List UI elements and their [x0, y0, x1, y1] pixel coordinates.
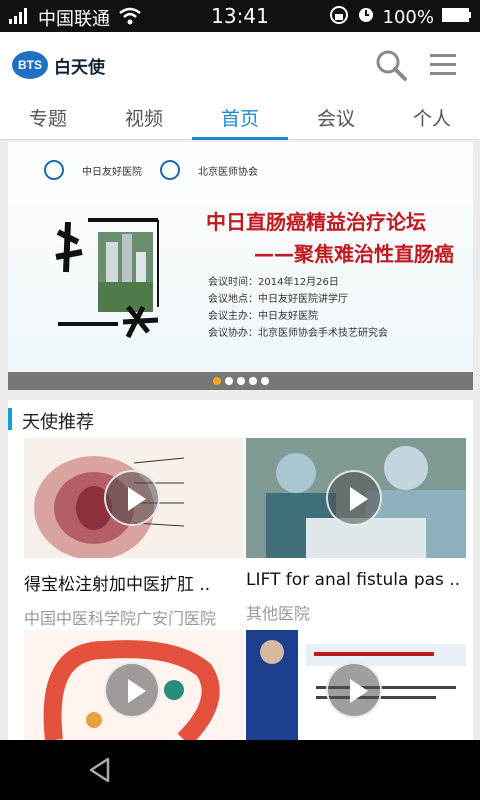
- carousel-dot[interactable]: [224, 377, 233, 385]
- tab-videos[interactable]: 视频: [96, 104, 192, 140]
- banner-info-line: 会议地点：中日友好医院讲学厅: [208, 294, 348, 305]
- app-name: 白天使: [54, 57, 105, 78]
- banner-title: 中日直肠癌精益治疗论坛: [206, 210, 426, 234]
- carousel-indicator: [8, 372, 473, 390]
- banner-info-line: 会议协办：北京医师协会手术技艺研究会: [208, 328, 388, 339]
- video-card[interactable]: 得宝松注射加中医扩肛 .. 中国中医科学院广安门医院: [24, 438, 244, 629]
- video-title[interactable]: 得宝松注射加中医扩肛 ..: [24, 570, 244, 595]
- search-icon[interactable]: [374, 48, 408, 82]
- play-icon[interactable]: [326, 662, 382, 718]
- section-accent-bar: [8, 408, 12, 430]
- banner-org-2: 北京医师协会: [198, 166, 258, 178]
- video-source: 中国中医科学院广安门医院: [24, 609, 217, 628]
- alarm-icon: [357, 6, 375, 29]
- section-title: 天使推荐: [22, 412, 94, 433]
- carousel-dot[interactable]: [260, 377, 269, 385]
- video-title[interactable]: LIFT for anal fistula pas ..: [246, 570, 466, 590]
- banner-orgs: 中日友好医院 北京医师协会: [44, 160, 258, 180]
- status-bar: 中国联通 13:41 100%: [0, 0, 480, 32]
- menu-icon[interactable]: [428, 50, 458, 80]
- play-icon[interactable]: [104, 662, 160, 718]
- banner-info-line: 会议主办：中日友好医院: [208, 311, 318, 322]
- tab-meetings[interactable]: 会议: [288, 104, 384, 140]
- battery-icon: [442, 7, 472, 28]
- carousel-dot[interactable]: [212, 377, 221, 385]
- logo-badge: BTS: [12, 51, 48, 79]
- banner-org-1: 中日友好医院: [82, 166, 142, 178]
- video-thumbnail[interactable]: [24, 438, 244, 558]
- banner-calligraphy-image: [48, 212, 168, 342]
- carousel-dot[interactable]: [248, 377, 257, 385]
- video-card[interactable]: [246, 630, 466, 750]
- banner-carousel[interactable]: 中日友好医院 北京医师协会 中日直肠癌精益治疗论坛 ——聚焦难治性直肠癌 会议时…: [8, 142, 473, 390]
- rotation-lock-icon: [329, 5, 349, 30]
- battery-text: 100%: [382, 7, 434, 28]
- tab-home[interactable]: 首页: [192, 104, 288, 140]
- recommended-section: 天使推荐 得宝松注射加中医扩肛 .. 中国中医科学院广安门医院 LIFT for…: [8, 400, 473, 750]
- video-thumbnail[interactable]: [246, 630, 466, 750]
- tab-bar: 专题 视频 首页 会议 个人: [0, 98, 480, 140]
- hospital-emblem-icon: [44, 160, 64, 180]
- play-icon[interactable]: [326, 470, 382, 526]
- video-card[interactable]: LIFT for anal fistula pas .. 其他医院: [246, 438, 466, 624]
- system-nav-bar: [0, 740, 480, 800]
- play-icon[interactable]: [104, 470, 160, 526]
- video-thumbnail[interactable]: [246, 438, 466, 558]
- section-header: 天使推荐: [8, 400, 473, 438]
- tab-topics[interactable]: 专题: [0, 104, 96, 140]
- app-bar: BTS 白天使: [0, 32, 480, 98]
- video-card[interactable]: [24, 630, 244, 750]
- video-thumbnail[interactable]: [24, 630, 244, 750]
- app-logo[interactable]: BTS 白天使: [12, 51, 105, 79]
- association-emblem-icon: [160, 160, 180, 180]
- carousel-dot[interactable]: [236, 377, 245, 385]
- banner-info: 会议时间：2014年12月26日 会议地点：中日友好医院讲学厅 会议主办：中日友…: [208, 274, 388, 342]
- video-source: 其他医院: [246, 604, 311, 623]
- back-icon[interactable]: [86, 756, 114, 784]
- banner-subtitle: ——聚焦难治性直肠癌: [254, 242, 454, 266]
- banner-info-line: 会议时间：2014年12月26日: [208, 277, 339, 288]
- tab-personal[interactable]: 个人: [384, 104, 480, 140]
